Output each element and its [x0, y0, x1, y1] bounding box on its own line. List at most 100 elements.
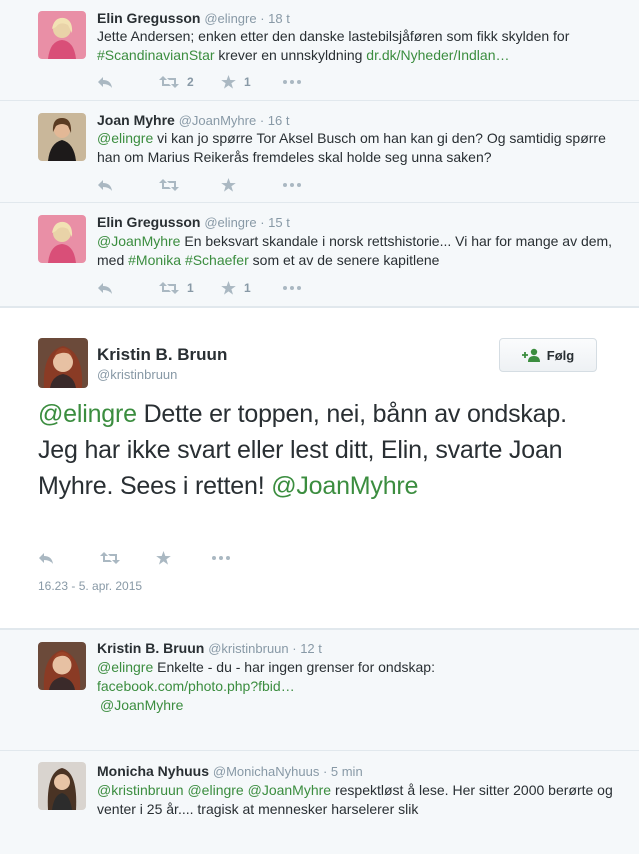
- tweet-actions: 1 1: [97, 279, 345, 297]
- follow-label: Følg: [546, 347, 575, 363]
- mention-link[interactable]: @elingre: [97, 659, 153, 675]
- author-name[interactable]: Monicha Nyhuus: [97, 763, 209, 779]
- tweet-text: @JoanMyhre En beksvart skandale i norsk …: [97, 232, 617, 270]
- author-handle[interactable]: @MonichaNyhuus: [213, 764, 319, 779]
- tweet-time[interactable]: 12 t: [300, 641, 322, 656]
- more-dots-icon: [283, 286, 301, 290]
- author-name[interactable]: Kristin B. Bruun: [97, 640, 204, 656]
- author-handle[interactable]: @elingre: [204, 215, 256, 230]
- avatar[interactable]: [38, 762, 86, 810]
- retweet-button[interactable]: [159, 178, 221, 192]
- tweet-item[interactable]: Joan Myhre @JoanMyhre · 16 t @elingre vi…: [0, 101, 639, 203]
- favorite-star-icon: [221, 178, 236, 192]
- mention-link[interactable]: @JoanMyhre: [97, 233, 180, 249]
- favorite-star-icon: [221, 75, 236, 89]
- more-button[interactable]: [283, 80, 345, 84]
- author-name[interactable]: Joan Myhre: [97, 112, 175, 128]
- avatar[interactable]: [38, 215, 86, 263]
- tweet-time[interactable]: 15 t: [268, 215, 290, 230]
- author-handle[interactable]: @kristinbruun: [97, 367, 177, 382]
- favorite-button[interactable]: [156, 551, 212, 565]
- tweet-item[interactable]: Elin Gregusson @elingre · 18 t Jette And…: [0, 0, 639, 101]
- text-span: vi kan jo spørre Tor Aksel Busch om han …: [97, 130, 606, 165]
- mention-link[interactable]: @JoanMyhre: [248, 782, 331, 798]
- favorite-button[interactable]: 1: [221, 281, 283, 295]
- tweet-text: @elingre vi kan jo spørre Tor Aksel Busc…: [97, 129, 617, 167]
- favorite-count: 1: [244, 281, 251, 295]
- tweet-text: @elingre Enkelte - du - har ingen grense…: [97, 658, 617, 715]
- reply-icon: [98, 180, 112, 191]
- more-button[interactable]: [283, 286, 345, 290]
- tweet-header: Monicha Nyhuus @MonichaNyhuus · 5 min: [97, 763, 363, 779]
- hashtag-link[interactable]: #Schaefer: [185, 252, 249, 268]
- more-dots-icon: [283, 183, 301, 187]
- author-handle[interactable]: @JoanMyhre: [179, 113, 257, 128]
- tweet-time[interactable]: 18 t: [268, 11, 290, 26]
- avatar[interactable]: [38, 11, 86, 59]
- tweet-text: @elingre Dette er toppen, nei, bånn av o…: [38, 396, 608, 504]
- text-span: som et av de senere kapitlene: [248, 252, 440, 268]
- tweet-actions: [38, 549, 274, 567]
- tweet-header: Elin Gregusson @elingre · 18 t: [97, 10, 290, 26]
- url-link[interactable]: facebook.com/photo.php?fbid…: [97, 678, 295, 694]
- favorite-star-icon: [156, 551, 171, 565]
- favorite-star-icon: [221, 281, 236, 295]
- more-dots-icon: [212, 556, 230, 560]
- mention-link[interactable]: @elingre: [97, 130, 153, 146]
- retweet-icon: [159, 76, 179, 88]
- favorite-button[interactable]: 1: [221, 75, 283, 89]
- author-name[interactable]: Elin Gregusson: [97, 10, 200, 26]
- hashtag-link[interactable]: #Monika: [128, 252, 181, 268]
- tweet-item[interactable]: Kristin B. Bruun @kristinbruun · 12 t @e…: [0, 629, 639, 751]
- mention-link[interactable]: @JoanMyhre: [271, 472, 418, 500]
- retweet-button[interactable]: 1: [159, 281, 221, 295]
- more-button[interactable]: [283, 183, 345, 187]
- tweet-time[interactable]: 16 t: [268, 113, 290, 128]
- reply-icon: [39, 553, 53, 564]
- add-user-icon: [521, 348, 540, 362]
- tweet-header: Joan Myhre @JoanMyhre · 16 t: [97, 112, 290, 128]
- author-name[interactable]: Elin Gregusson: [97, 214, 200, 230]
- mention-link[interactable]: @elingre: [38, 400, 137, 428]
- favorite-button[interactable]: [221, 178, 283, 192]
- mention-link[interactable]: @elingre: [187, 782, 243, 798]
- reply-button[interactable]: [38, 551, 100, 565]
- retweet-count: 2: [187, 75, 194, 89]
- author-name[interactable]: Kristin B. Bruun: [97, 345, 227, 365]
- url-link[interactable]: dr.dk/Nyheder/Indlan…: [366, 47, 509, 63]
- tweet-header: Kristin B. Bruun @kristinbruun · 12 t: [97, 640, 322, 656]
- reply-button[interactable]: [97, 75, 159, 89]
- text-span: Jette Andersen; enken etter den danske l…: [97, 28, 570, 44]
- tweet-time[interactable]: 5 min: [331, 764, 363, 779]
- mention-link[interactable]: @JoanMyhre: [100, 697, 183, 713]
- tweet-item[interactable]: Monicha Nyhuus @MonichaNyhuus · 5 min @k…: [0, 751, 639, 854]
- retweet-icon: [159, 179, 179, 191]
- tweet-header: Elin Gregusson @elingre · 15 t: [97, 214, 290, 230]
- tweet-text: Jette Andersen; enken etter den danske l…: [97, 27, 617, 65]
- conversation-thread: Elin Gregusson @elingre · 18 t Jette And…: [0, 0, 639, 854]
- tweet-timestamp[interactable]: 16.23 - 5. apr. 2015: [38, 579, 142, 593]
- avatar[interactable]: [38, 338, 88, 388]
- tweet-actions: [97, 176, 345, 194]
- more-button[interactable]: [212, 556, 274, 560]
- mention-link[interactable]: @kristinbruun: [97, 782, 184, 798]
- reply-button[interactable]: [97, 281, 159, 295]
- tweet-text: @kristinbruun @elingre @JoanMyhre respek…: [97, 781, 617, 819]
- retweet-count: 1: [187, 281, 194, 295]
- tweet-actions: 2 1: [97, 73, 345, 91]
- hashtag-link[interactable]: #ScandinavianStar: [97, 47, 215, 63]
- retweet-button[interactable]: [100, 551, 156, 565]
- avatar[interactable]: [38, 642, 86, 690]
- reply-icon: [98, 283, 112, 294]
- retweet-button[interactable]: 2: [159, 75, 221, 89]
- tweet-item[interactable]: Elin Gregusson @elingre · 15 t @JoanMyhr…: [0, 203, 639, 307]
- more-dots-icon: [283, 80, 301, 84]
- avatar[interactable]: [38, 113, 86, 161]
- permalink-tweet: Kristin B. Bruun @kristinbruun Følg @eli…: [0, 307, 639, 629]
- author-handle[interactable]: @elingre: [204, 11, 256, 26]
- text-span: Enkelte - du - har ingen grenser for ond…: [153, 659, 435, 675]
- author-handle[interactable]: @kristinbruun: [208, 641, 288, 656]
- follow-button[interactable]: Følg: [499, 338, 597, 372]
- reply-button[interactable]: [97, 178, 159, 192]
- reply-icon: [98, 77, 112, 88]
